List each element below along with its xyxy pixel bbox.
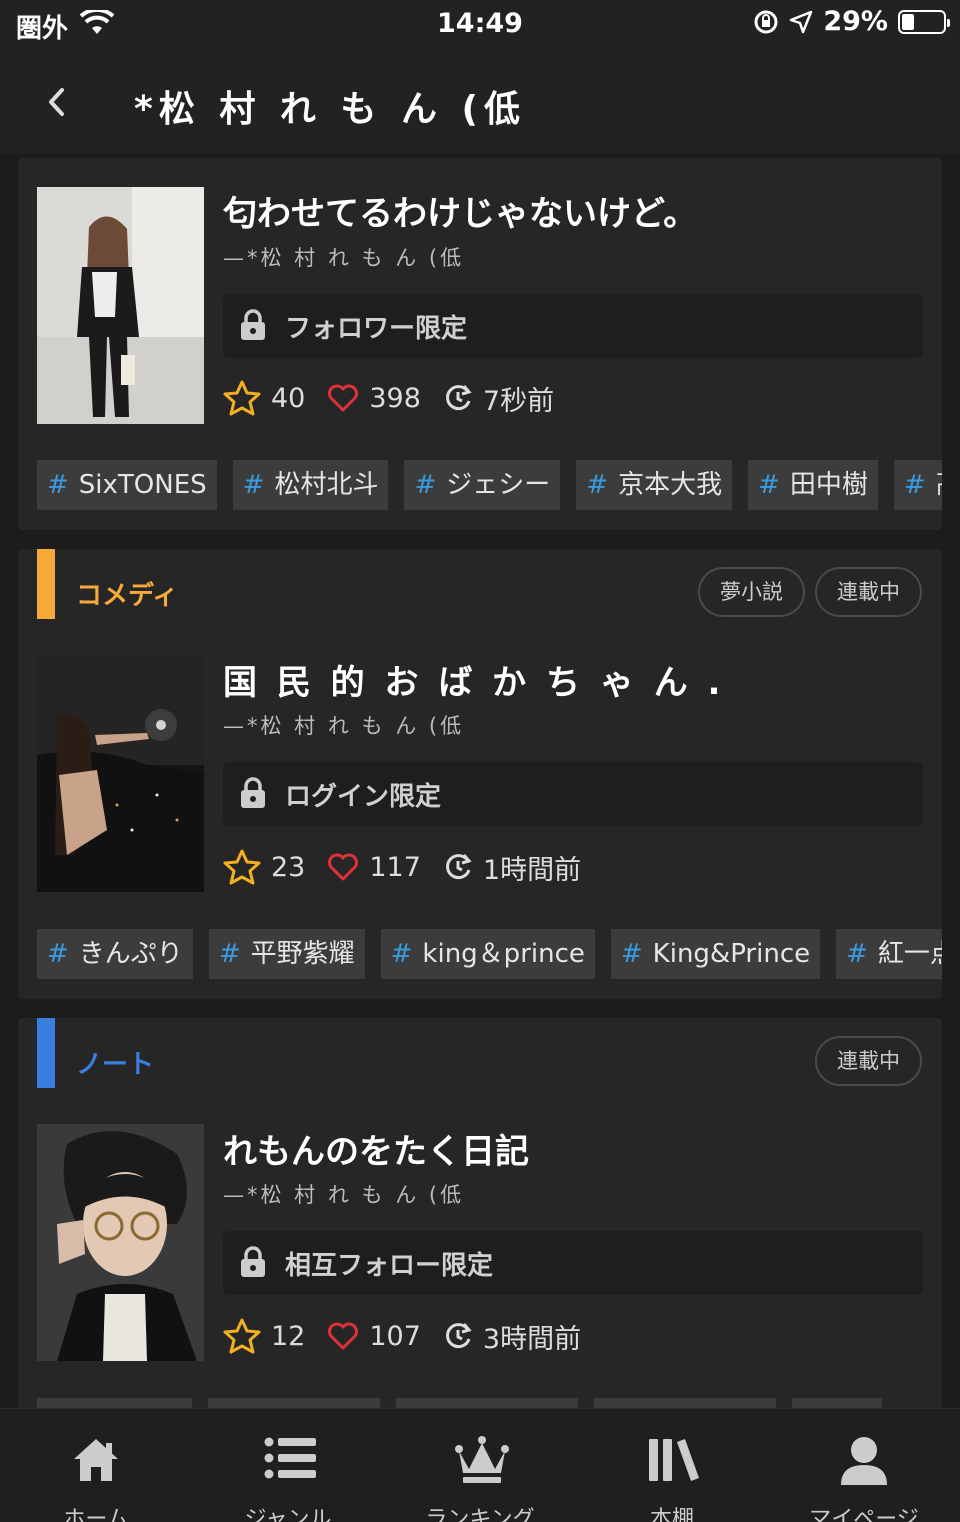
restriction-label: ログイン限定 <box>285 782 442 812</box>
like-count: 398 <box>369 382 421 414</box>
work-card[interactable]: コメディ 夢小説 連載中 国 民 的 お ば か ち ゃ ん . —*松 村 れ… <box>18 549 942 999</box>
tab-genre[interactable]: ジャンル <box>192 1409 384 1522</box>
back-chevron-icon[interactable] <box>40 84 76 120</box>
tag-chip[interactable]: # 田中樹 <box>748 460 878 510</box>
tag-chip[interactable]: # きんぷり <box>37 929 193 979</box>
restriction-label: フォロワー限定 <box>285 314 468 344</box>
work-author[interactable]: —*松 村 れ も ん (低 <box>223 710 464 740</box>
tag-chip[interactable]: # king＆prince <box>380 929 595 979</box>
like-count: 117 <box>369 851 421 883</box>
genre-label: ノート <box>76 1050 155 1080</box>
restriction-bar: フォロワー限定 <box>223 294 923 358</box>
genre-label: コメディ <box>76 581 179 611</box>
orientation-lock-icon <box>754 10 778 33</box>
user-icon <box>841 1437 887 1485</box>
like-count: 107 <box>369 1320 421 1352</box>
tag-list: #きんぷり #平野紫耀 #king＆prince #King&Prince #紅一点 <box>37 929 942 981</box>
updated-time: 1時間前 <box>482 854 582 886</box>
work-cover-image[interactable] <box>37 187 204 424</box>
tag-chip[interactable]: # SixTONES <box>37 460 217 510</box>
work-author[interactable]: —*松 村 れ も ん (低 <box>223 242 464 272</box>
lock-icon <box>241 1246 265 1277</box>
work-cover-image[interactable] <box>37 1124 204 1361</box>
work-card[interactable]: 匂わせてるわけじゃないけど。 —*松 村 れ も ん (低 フォロワー限定 40… <box>18 158 942 530</box>
tag-chip[interactable]: #髙 <box>893 460 942 510</box>
updated-time: 3時間前 <box>482 1323 582 1355</box>
tag-chip[interactable]: # ジェシー <box>404 460 561 510</box>
category-pill: 夢小説 <box>698 567 805 617</box>
list-icon <box>264 1437 316 1479</box>
tab-shelf-label: 本棚 <box>649 1507 694 1522</box>
update-clock-icon <box>446 385 472 411</box>
restriction-label: 相互フォロー限定 <box>285 1251 494 1281</box>
tag-chip[interactable]: # 平野紫耀 <box>208 929 365 979</box>
home-icon <box>74 1439 118 1481</box>
work-stats: 40 398 7秒前 <box>223 378 576 418</box>
star-count: 23 <box>271 851 306 883</box>
work-card[interactable]: ノート 連載中 れもんのをたく日記 —*松 村 れ も ん (低 相互フォロー限… <box>18 1018 942 1418</box>
tag-chip[interactable]: #紅一点 <box>836 929 942 979</box>
tab-mypage[interactable]: マイページ <box>768 1409 960 1522</box>
heart-icon <box>328 384 359 412</box>
work-stats: 12 107 3時間前 <box>223 1316 603 1356</box>
battery-icon <box>898 9 950 34</box>
status-pill: 連載中 <box>815 1036 922 1086</box>
status-bar: 圏外 14:49 29% <box>0 0 960 48</box>
tag-chip[interactable]: # 松村北斗 <box>232 460 389 510</box>
heart-icon <box>328 853 359 881</box>
page-title: *松 村 れ も ん (低 <box>134 89 526 130</box>
work-stats: 23 117 1時間前 <box>223 847 603 887</box>
genre-color-bar <box>37 549 55 619</box>
tag-chip[interactable]: # King&Prince <box>610 929 821 979</box>
page-header: *松 村 れ も ん (低 <box>0 48 960 154</box>
genre-color-bar <box>37 1018 55 1088</box>
star-icon <box>223 1318 261 1354</box>
star-icon <box>223 849 261 885</box>
update-clock-icon <box>446 854 472 880</box>
lock-icon <box>241 777 265 808</box>
tab-shelf[interactable]: 本棚 <box>576 1409 768 1522</box>
heart-icon <box>328 1322 359 1350</box>
lock-icon <box>241 309 265 340</box>
status-pill: 連載中 <box>815 567 922 617</box>
bookshelf-icon <box>649 1439 699 1481</box>
star-icon <box>223 380 261 416</box>
tag-list: #SixTONES #松村北斗 #ジェシー #京本大我 #田中樹 #髙 <box>37 460 942 512</box>
tab-mypage-label: マイページ <box>809 1507 919 1522</box>
updated-time: 7秒前 <box>482 385 555 417</box>
work-title[interactable]: 国 民 的 お ば か ち ゃ ん . <box>223 655 724 704</box>
restriction-bar: 相互フォロー限定 <box>223 1231 923 1295</box>
tab-home[interactable]: ホーム <box>0 1409 192 1522</box>
tab-ranking[interactable]: ランキング <box>384 1409 576 1522</box>
star-count: 12 <box>271 1320 306 1352</box>
tab-home-label: ホーム <box>63 1507 129 1522</box>
tab-genre-label: ジャンル <box>244 1507 332 1522</box>
battery-percent: 29% <box>823 6 888 37</box>
location-arrow-icon <box>790 10 813 33</box>
update-clock-icon <box>446 1323 472 1349</box>
star-count: 40 <box>271 382 306 414</box>
work-cover-image[interactable] <box>37 655 204 892</box>
work-title[interactable]: 匂わせてるわけじゃないけど。 <box>223 186 697 235</box>
tag-chip[interactable]: # 京本大我 <box>576 460 733 510</box>
crown-icon <box>455 1436 509 1483</box>
work-author[interactable]: —*松 村 れ も ん (低 <box>223 1179 464 1209</box>
restriction-bar: ログイン限定 <box>223 762 923 826</box>
work-title[interactable]: れもんのをたく日記 <box>223 1124 529 1173</box>
bottom-tab-bar: ホーム ジャンル ランキング 本棚 マイページ <box>0 1408 960 1522</box>
tab-ranking-label: ランキング <box>425 1507 535 1522</box>
